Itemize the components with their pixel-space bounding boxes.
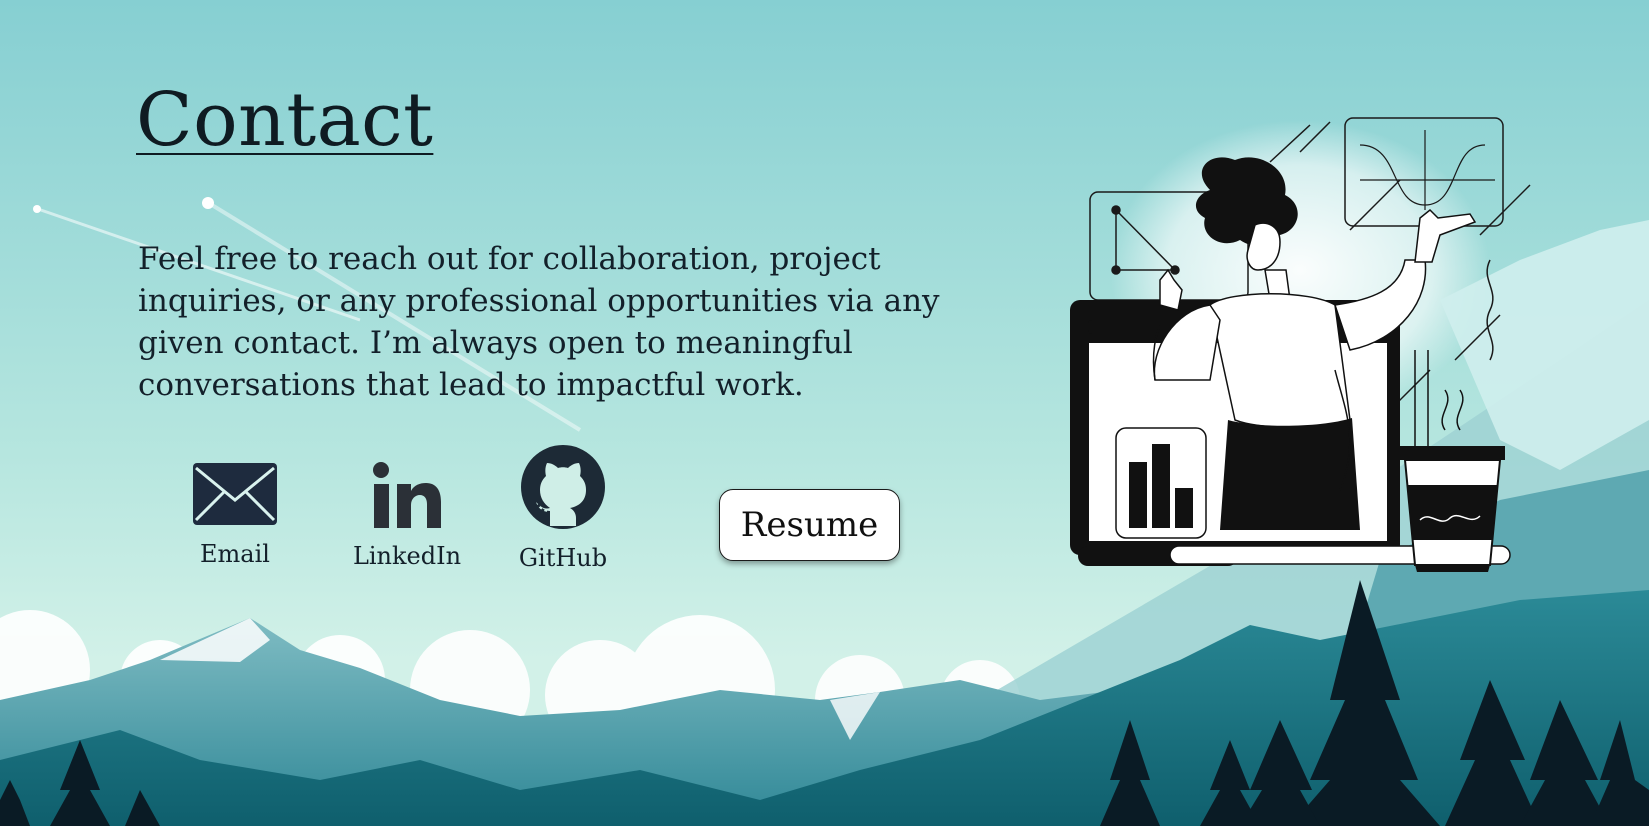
linkedin-label: LinkedIn [352, 542, 462, 570]
contact-description: Feel free to reach out for collaboration… [138, 241, 940, 403]
envelope-icon [193, 463, 277, 525]
email-link[interactable]: Email [175, 462, 295, 568]
resume-button[interactable]: Resume [719, 489, 900, 561]
email-label: Email [200, 540, 270, 568]
linkedin-link[interactable]: LinkedIn [347, 462, 467, 570]
contact-section: Contact Feel free to reach out for colla… [0, 0, 1649, 826]
woman-at-laptop-illustration [1070, 117, 1531, 572]
page-title: Contact [136, 77, 434, 163]
linkedin-icon [373, 462, 441, 528]
github-label: GitHub [518, 544, 608, 572]
github-icon [521, 445, 605, 529]
github-link[interactable]: GitHub [503, 445, 623, 572]
